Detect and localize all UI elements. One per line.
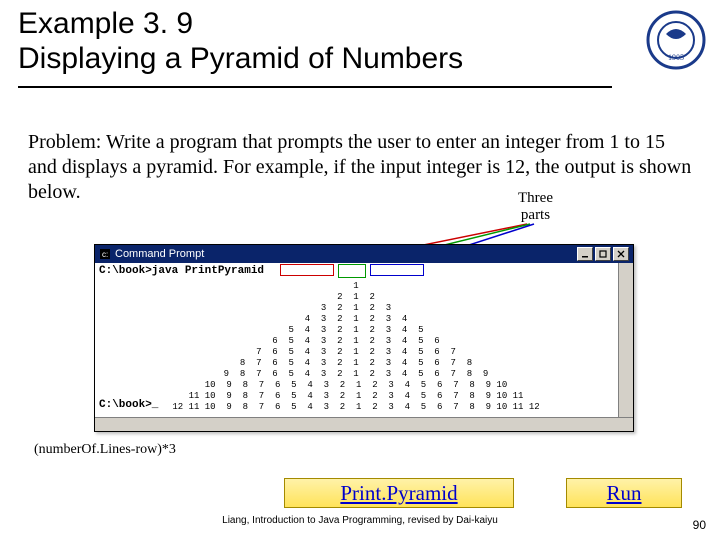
console-command: C:\book>java PrintPyramid — [99, 265, 264, 277]
title-line1: Example 3. 9 — [18, 6, 618, 41]
title-line2: Displaying a Pyramid of Numbers — [18, 41, 618, 76]
close-button[interactable] — [613, 247, 629, 261]
problem-statement: Problem: Write a program that prompts th… — [28, 130, 694, 205]
pyramid-output: 1 2 1 2 3 2 1 2 3 4 3 2 1 2 3 4 5 4 3 2 … — [95, 281, 617, 395]
three-parts-label: Three parts — [518, 190, 553, 223]
scrollbar-down-button[interactable]: ▼ — [619, 403, 633, 417]
title-rule — [18, 86, 612, 88]
formula-text: (numberOf.Lines-row)*3 — [34, 442, 176, 458]
scrollbar-thumb[interactable] — [619, 353, 633, 383]
maximize-button[interactable] — [595, 247, 611, 261]
run-button[interactable]: Run — [566, 478, 682, 508]
svg-text:c:: c: — [102, 250, 108, 259]
console-icon: c: — [99, 248, 111, 260]
slide-title: Example 3. 9 Displaying a Pyramid of Num… — [18, 6, 618, 77]
scrollbar-up-button[interactable]: ▲ — [619, 263, 633, 277]
print-pyramid-button[interactable]: Print.Pyramid — [284, 478, 514, 508]
console-title-text: Command Prompt — [115, 248, 204, 260]
console-window: c: Command Prompt C:\book>java PrintPyra… — [94, 244, 634, 432]
console-prompt: C:\book>_ — [99, 399, 158, 411]
university-logo: 1905 — [646, 10, 706, 70]
svg-text:1905: 1905 — [668, 53, 684, 62]
footer-citation: Liang, Introduction to Java Programming,… — [0, 515, 720, 526]
minimize-button[interactable] — [577, 247, 593, 261]
console-body: C:\book>java PrintPyramid 1 2 1 2 3 2 1 … — [95, 263, 633, 417]
page-number: 90 — [693, 518, 706, 532]
console-titlebar: c: Command Prompt — [95, 245, 633, 263]
console-statusbar — [95, 417, 633, 431]
